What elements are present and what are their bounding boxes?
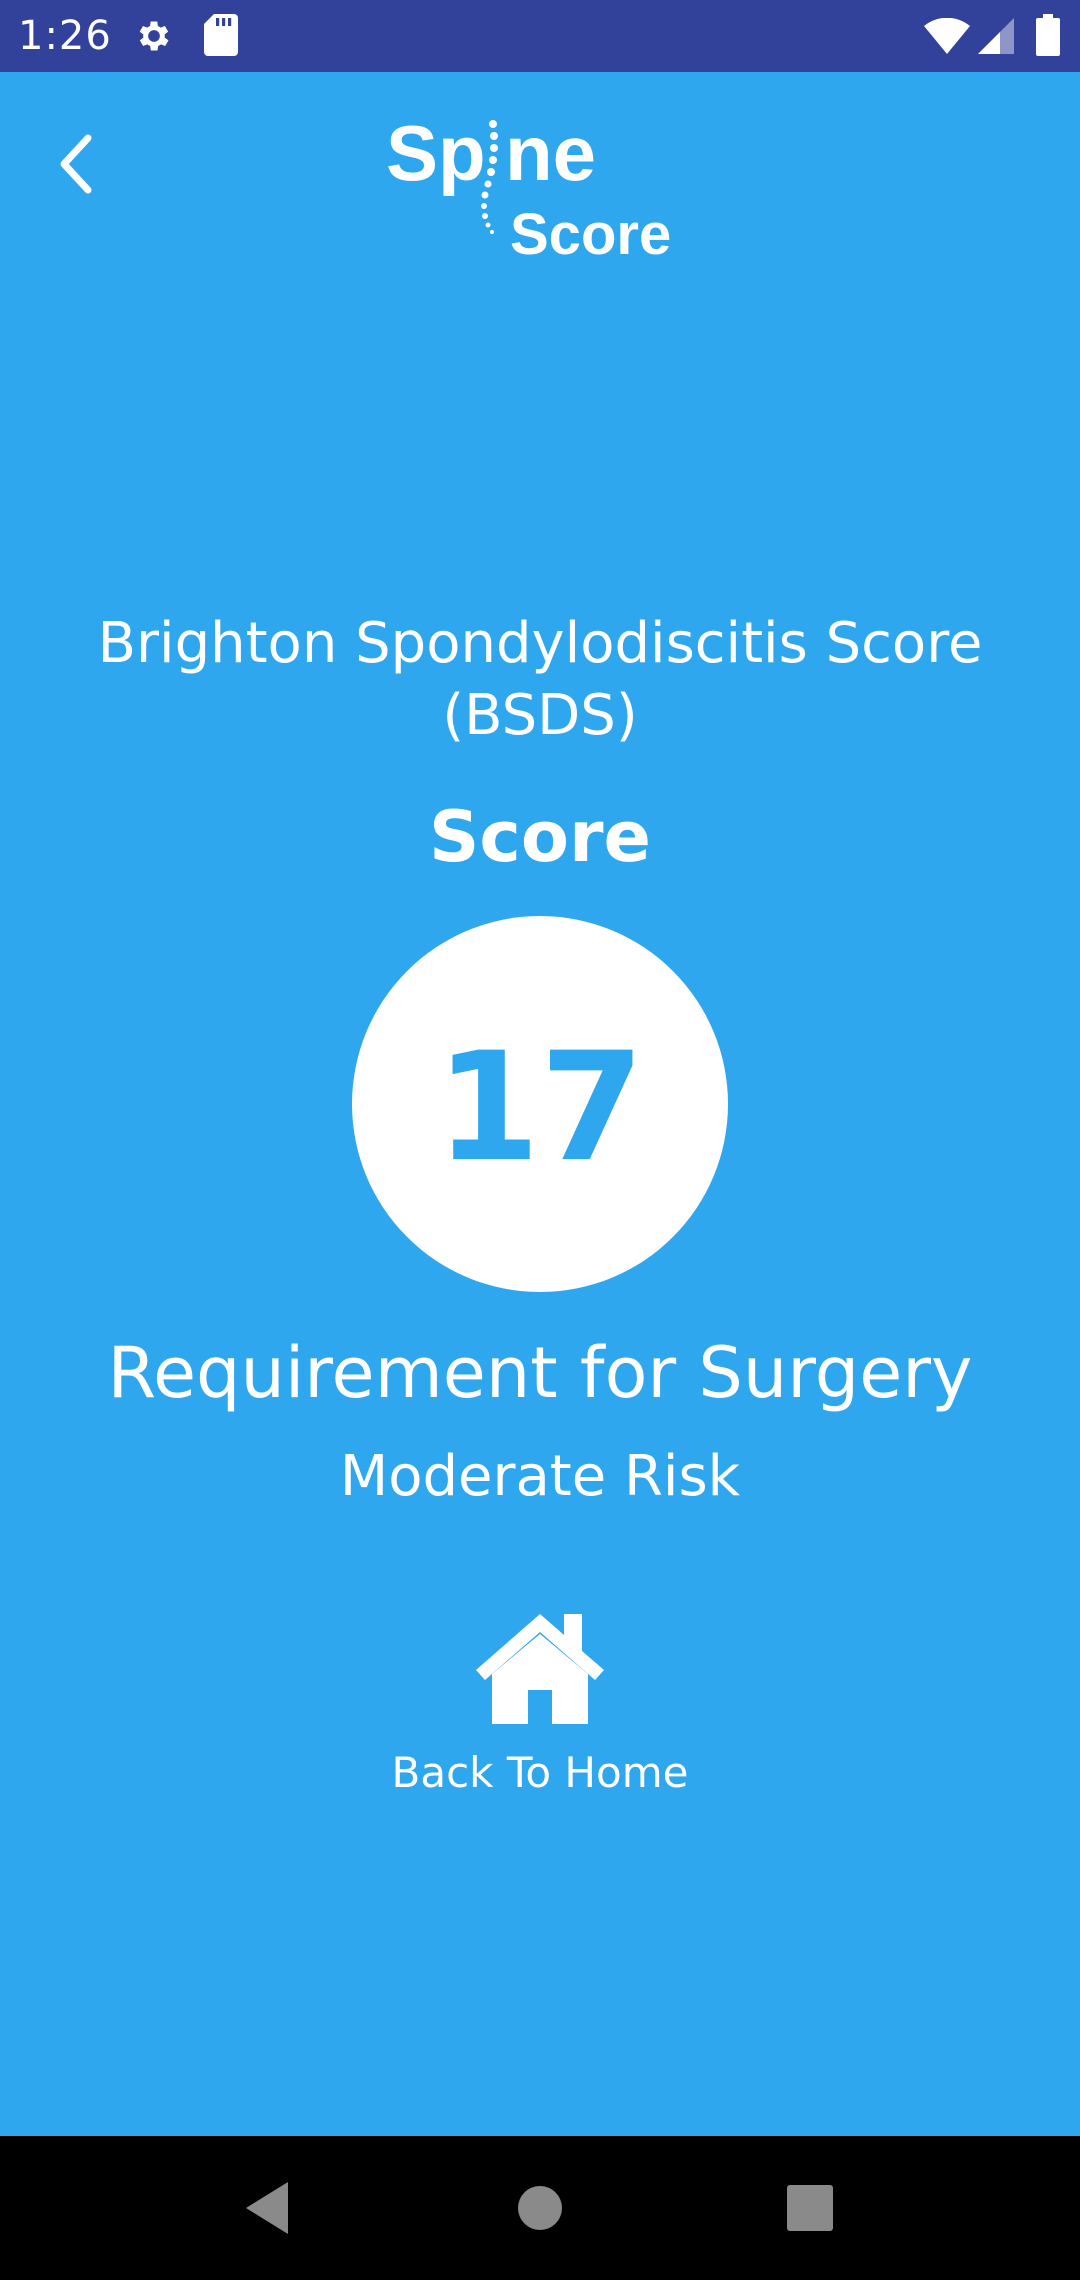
back-triangle-icon[interactable] — [230, 2172, 302, 2244]
back-button[interactable] — [52, 124, 124, 204]
result-title: Requirement for Surgery — [107, 1332, 973, 1414]
svg-text:Score: Score — [510, 202, 671, 264]
svg-text:ne: ne — [505, 114, 596, 197]
risk-level: Moderate Risk — [339, 1444, 741, 1509]
back-to-home-label: Back To Home — [391, 1748, 689, 1797]
gear-icon — [134, 16, 174, 61]
signal-icon — [978, 18, 1014, 59]
navigation-bar — [0, 2136, 1080, 2280]
wifi-icon — [924, 17, 970, 59]
spine-score-logo: Sp ne Score — [380, 109, 710, 267]
score-circle: 17 — [352, 916, 728, 1292]
chevron-left-icon — [52, 134, 124, 208]
svg-text:Sp: Sp — [386, 114, 486, 197]
status-time: 1:26 — [18, 13, 112, 59]
battery-icon — [1036, 14, 1060, 61]
calculator-title: Brighton Spondylodiscitis Score (BSDS) — [97, 611, 983, 748]
recents-square-icon[interactable] — [774, 2172, 846, 2244]
home-circle-icon[interactable] — [504, 2172, 576, 2244]
home-icon — [472, 1608, 608, 1724]
sd-card-icon — [204, 14, 238, 61]
status-bar: 1:26 — [0, 0, 1080, 72]
score-heading: Score — [429, 796, 651, 878]
back-to-home-button[interactable]: Back To Home — [340, 1600, 740, 1820]
score-value: 17 — [435, 1021, 645, 1195]
